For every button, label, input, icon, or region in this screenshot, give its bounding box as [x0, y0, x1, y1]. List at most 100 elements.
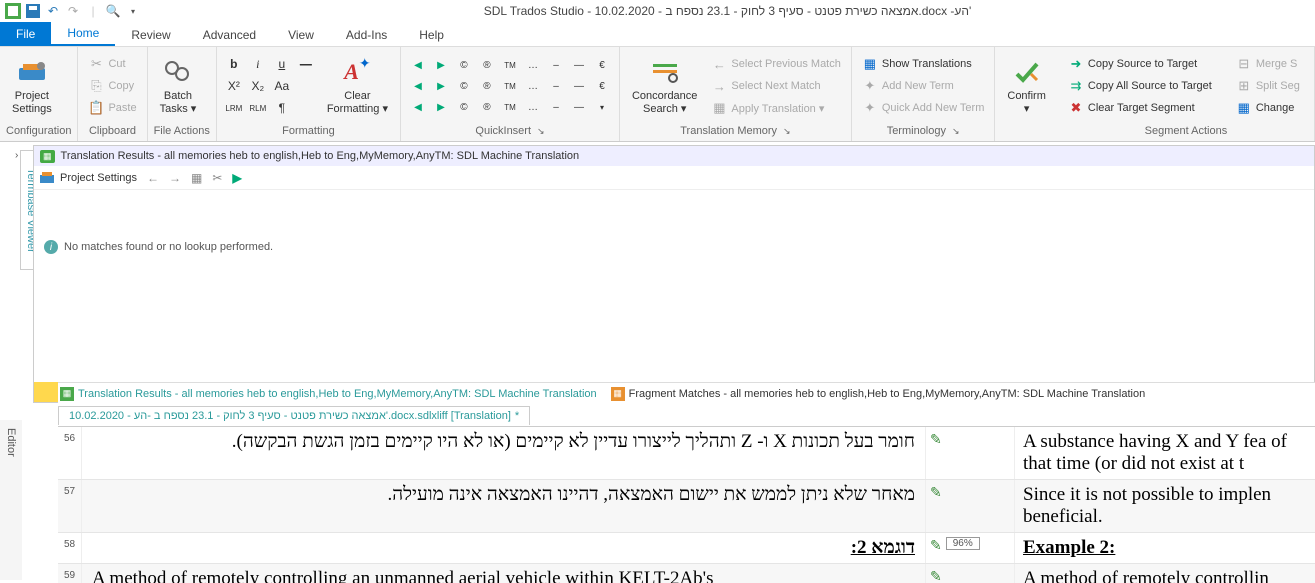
preview-icon[interactable]: 🔍 — [104, 2, 122, 20]
copy-all-source-button[interactable]: ⇉Copy All Source to Target — [1064, 76, 1216, 96]
qi-btn[interactable]: — — [568, 55, 590, 75]
quick-add-term-button[interactable]: ✦Quick Add New Term — [858, 98, 989, 118]
paragraph-button[interactable]: ¶ — [271, 98, 293, 118]
concordance-button[interactable]: ConcordanceSearch ▾ — [626, 54, 703, 118]
qi-btn[interactable]: ◀ — [407, 97, 429, 117]
qi-btn[interactable]: – — [545, 97, 567, 117]
target-cell[interactable]: A substance having X and Y fea of that t… — [1015, 427, 1315, 479]
source-cell[interactable]: מאחר שלא ניתן לממש את יישום האמצאה, דהיי… — [82, 480, 925, 532]
split-segment-button[interactable]: ⊞Split Seg — [1232, 76, 1304, 96]
status-cell: ✎ — [925, 427, 1015, 479]
tm-toolbar-btn[interactable]: ▦ — [191, 171, 202, 185]
nav-next-icon[interactable]: → — [169, 171, 181, 185]
undo-icon[interactable]: ↶ — [44, 2, 62, 20]
translation-results-tab[interactable]: ▦ Translation Results - all memories heb… — [60, 387, 597, 401]
tab-addins[interactable]: Add-Ins — [330, 24, 403, 46]
confirm-button[interactable]: Confirm▾ — [1001, 54, 1052, 118]
qi-right-caret[interactable]: ▶ — [430, 55, 452, 75]
qi-btn[interactable]: TM — [499, 76, 521, 96]
source-cell[interactable]: דוגמא 2: — [82, 533, 925, 563]
qi-btn[interactable]: — — [568, 76, 590, 96]
clear-formatting-button[interactable]: A✦ ClearFormatting ▾ — [321, 54, 394, 118]
tab-view[interactable]: View — [272, 24, 330, 46]
copy-icon: ⎘ — [88, 78, 104, 94]
merge-segments-button[interactable]: ⊟Merge S — [1232, 54, 1304, 74]
tab-review[interactable]: Review — [115, 24, 186, 46]
save-icon[interactable] — [24, 2, 42, 20]
target-cell[interactable]: Since it is not possible to implen benef… — [1015, 480, 1315, 532]
copy-button[interactable]: ⎘Copy — [84, 76, 140, 96]
qi-btn[interactable]: ▶ — [430, 97, 452, 117]
cut-button[interactable]: ✂Cut — [84, 54, 140, 74]
tab-home[interactable]: Home — [51, 22, 115, 46]
bold-button[interactable]: b — [223, 54, 245, 74]
dialog-launcher-icon[interactable]: ↘ — [783, 126, 791, 137]
segment-row[interactable]: 56 חומר בעל תכונות X ו- Z ותהליך לייצורו… — [58, 427, 1315, 480]
paste-button[interactable]: 📋Paste — [84, 98, 140, 118]
qi-btn[interactable]: – — [545, 55, 567, 75]
dialog-launcher-icon[interactable]: ↘ — [952, 126, 960, 137]
fragment-matches-tab[interactable]: ▦ Fragment Matches - all memories heb to… — [611, 387, 1146, 401]
superscript-button[interactable]: X² — [223, 76, 245, 96]
batch-tasks-button[interactable]: BatchTasks ▾ — [154, 54, 203, 118]
qi-btn[interactable]: © — [453, 76, 475, 96]
qi-btn[interactable]: TM — [499, 97, 521, 117]
qi-btn[interactable]: ® — [476, 76, 498, 96]
tab-advanced[interactable]: Advanced — [187, 24, 272, 46]
qi-btn[interactable]: ▶ — [430, 76, 452, 96]
arrow-left-icon: ← — [711, 56, 727, 72]
tab-help[interactable]: Help — [403, 24, 460, 46]
tm-toolbar-btn[interactable]: ✂ — [212, 171, 222, 185]
qi-btn[interactable]: … — [522, 97, 544, 117]
strike-button[interactable]: — — [295, 54, 317, 74]
copy-source-button[interactable]: ➜Copy Source to Target — [1064, 54, 1216, 74]
qi-btn[interactable]: © — [453, 97, 475, 117]
project-settings-button[interactable]: ProjectSettings — [6, 54, 58, 118]
segment-row[interactable]: 57 מאחר שלא ניתן לממש את יישום האמצאה, ד… — [58, 480, 1315, 533]
status-pen-icon: ✎ — [930, 484, 942, 501]
subscript-button[interactable]: X₂ — [247, 76, 269, 96]
smallcaps-button[interactable]: Aa — [271, 76, 293, 96]
select-next-match-button[interactable]: →Select Next Match — [707, 76, 844, 96]
apply-translation-button[interactable]: ▦Apply Translation ▾ — [707, 98, 844, 118]
qi-down[interactable]: ▾ — [591, 97, 613, 117]
status-cell: ✎ — [925, 564, 1015, 583]
select-previous-match-button[interactable]: ←Select Previous Match — [707, 54, 844, 74]
clear-target-button[interactable]: ✖Clear Target Segment — [1064, 98, 1216, 118]
qi-left-caret[interactable]: ◀ — [407, 55, 429, 75]
cut-icon: ✂ — [88, 56, 104, 72]
change-segment-button[interactable]: ▦Change — [1232, 98, 1304, 118]
qi-btn[interactable]: € — [591, 55, 613, 75]
doc-tab[interactable]: 10.02.2020 - אמצאה כשירת פטנט - סעיף 3 ל… — [58, 406, 530, 425]
editor-side-tab[interactable]: Editor — [0, 420, 22, 580]
rlm-button[interactable]: RLM — [247, 98, 269, 118]
dialog-launcher-icon[interactable]: ↘ — [537, 126, 545, 137]
source-cell[interactable]: A method of remotely controlling an unma… — [82, 564, 925, 583]
project-settings-toolbar-button[interactable]: Project Settings — [40, 171, 137, 185]
qat-down-icon[interactable]: ▾ — [124, 2, 142, 20]
qi-btn[interactable]: € — [591, 76, 613, 96]
segment-row[interactable]: 59 A method of remotely controlling an u… — [58, 564, 1315, 583]
source-cell[interactable]: חומר בעל תכונות X ו- Z ותהליך לייצורו עד… — [82, 427, 925, 479]
add-new-term-button[interactable]: ✦Add New Term — [858, 76, 989, 96]
qi-btn[interactable]: ® — [476, 97, 498, 117]
qi-btn[interactable]: – — [545, 76, 567, 96]
redo-icon[interactable]: ↷ — [64, 2, 82, 20]
qi-btn[interactable]: ® — [476, 55, 498, 75]
target-cell[interactable]: A method of remotely controllin — [1015, 564, 1315, 583]
qi-btn[interactable]: — — [568, 97, 590, 117]
segment-row[interactable]: 58 דוגמא 2: ✎96% Example 2: — [58, 533, 1315, 564]
qi-btn[interactable]: … — [522, 55, 544, 75]
qi-btn[interactable]: ◀ — [407, 76, 429, 96]
lrm-button[interactable]: LRM — [223, 98, 245, 118]
qi-btn[interactable]: TM — [499, 55, 521, 75]
show-translations-button[interactable]: ▦Show Translations — [858, 54, 989, 74]
target-cell[interactable]: Example 2: — [1015, 533, 1315, 563]
underline-button[interactable]: u — [271, 54, 293, 74]
nav-prev-icon[interactable]: ← — [147, 171, 159, 185]
qi-btn[interactable]: © — [453, 55, 475, 75]
tab-file[interactable]: File — [0, 22, 51, 46]
tm-go-icon[interactable]: ▶ — [232, 171, 241, 185]
qi-btn[interactable]: … — [522, 76, 544, 96]
italic-button[interactable]: i — [247, 54, 269, 74]
